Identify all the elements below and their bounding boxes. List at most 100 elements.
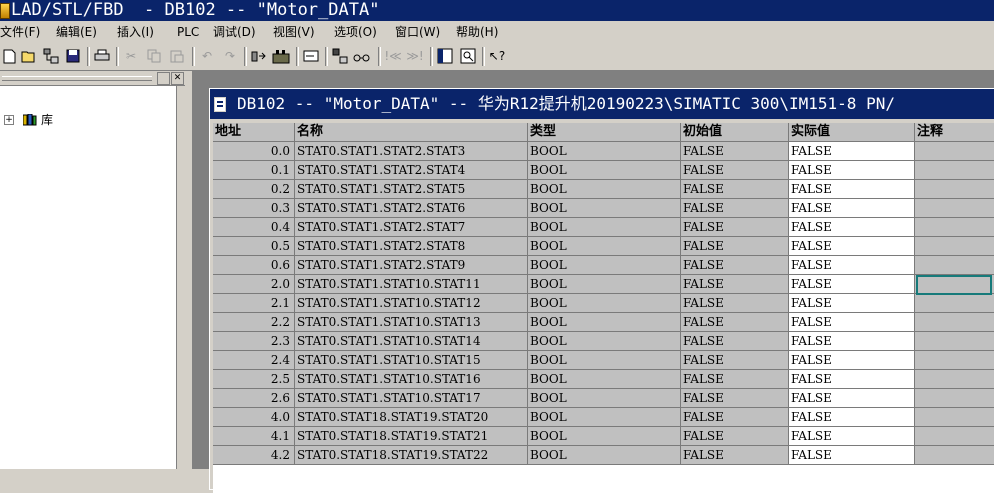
tree-expand-icon[interactable]: +	[4, 115, 14, 125]
cell-comment[interactable]	[915, 256, 994, 275]
cell-comment[interactable]	[915, 389, 994, 408]
next-icon[interactable]: ≫!	[406, 47, 424, 65]
cell-comment[interactable]	[915, 446, 994, 465]
table-row[interactable]: 0.4 STAT0.STAT1.STAT2.STAT7 BOOL FALSE FALSE	[213, 218, 994, 237]
table-row[interactable]: 2.6 STAT0.STAT1.STAT10.STAT17 BOOL FALSE FAL…	[213, 389, 994, 408]
cell-actual[interactable]: FALSE	[789, 351, 915, 370]
table-row[interactable]: 0.2 STAT0.STAT1.STAT2.STAT5 BOOL FALSE FALSE	[213, 180, 994, 199]
monitor-icon[interactable]	[272, 47, 290, 65]
cell-actual[interactable]: FALSE	[789, 370, 915, 389]
column-header-type[interactable]: 类型	[528, 123, 681, 142]
help-icon[interactable]: ↖?	[488, 47, 506, 65]
toolbar-separator	[116, 47, 119, 66]
main-title-bar[interactable]: LAD/STL/FBD - DB102 -- "Motor_DATA"	[0, 0, 994, 21]
cell-actual[interactable]: FALSE	[789, 256, 915, 275]
menu-insert[interactable]: 插入(I)	[117, 21, 154, 43]
overview-icon[interactable]	[436, 47, 454, 65]
cell-actual[interactable]: FALSE	[789, 389, 915, 408]
table-row[interactable]: 4.0 STAT0.STAT18.STAT19.STAT20 BOOL FALSE FA…	[213, 408, 994, 427]
column-header-address[interactable]: 地址	[213, 123, 295, 142]
menu-options[interactable]: 选项(O)	[334, 21, 377, 43]
zoom-icon[interactable]	[459, 47, 477, 65]
column-header-initial[interactable]: 初始值	[681, 123, 789, 142]
cell-comment[interactable]	[915, 142, 994, 161]
cut-icon[interactable]: ✂	[122, 47, 140, 65]
db-editor-title: DB102 -- "Motor_DATA" -- 华为R12提升机2019022…	[237, 94, 895, 113]
cell-actual[interactable]: FALSE	[789, 161, 915, 180]
cell-comment[interactable]	[915, 161, 994, 180]
db-editor-title-bar[interactable]: DB102 -- "Motor_DATA" -- 华为R12提升机2019022…	[210, 89, 994, 119]
pane-header: ✕	[0, 71, 185, 86]
download-icon[interactable]	[331, 47, 349, 65]
column-header-comment[interactable]: 注释	[915, 123, 994, 142]
load-icon[interactable]	[250, 47, 268, 65]
cell-actual[interactable]: FALSE	[789, 427, 915, 446]
cell-comment[interactable]	[915, 351, 994, 370]
menu-window[interactable]: 窗口(W)	[395, 21, 440, 43]
pane-grip[interactable]	[2, 76, 152, 81]
undo-icon[interactable]: ↶	[198, 47, 216, 65]
copy-icon[interactable]	[145, 47, 163, 65]
table-row[interactable]: 0.0 STAT0.STAT1.STAT2.STAT3 BOOL FALSE FALSE	[213, 142, 994, 161]
table-row[interactable]: 0.5 STAT0.STAT1.STAT2.STAT8 BOOL FALSE FALSE	[213, 237, 994, 256]
new-icon[interactable]	[0, 47, 18, 65]
paste-icon[interactable]	[168, 47, 186, 65]
cell-comment[interactable]	[915, 237, 994, 256]
cell-actual[interactable]: FALSE	[789, 313, 915, 332]
menu-file[interactable]: 文件(F)	[0, 21, 40, 43]
cell-actual[interactable]: FALSE	[789, 446, 915, 465]
cell-actual[interactable]: FALSE	[789, 408, 915, 427]
redo-icon[interactable]: ↷	[221, 47, 239, 65]
table-row[interactable]: 4.2 STAT0.STAT18.STAT19.STAT22 BOOL FALSE FA…	[213, 446, 994, 465]
cell-actual[interactable]: FALSE	[789, 332, 915, 351]
table-row[interactable]: 2.4 STAT0.STAT1.STAT10.STAT15 BOOL FALSE FAL…	[213, 351, 994, 370]
cell-comment[interactable]	[915, 313, 994, 332]
cell-comment[interactable]	[915, 370, 994, 389]
column-header-actual[interactable]: 实际值	[789, 123, 915, 142]
cell-address: 2.0	[213, 275, 295, 294]
cell-initial: FALSE	[681, 180, 789, 199]
column-header-name[interactable]: 名称	[295, 123, 528, 142]
cell-comment[interactable]	[915, 294, 994, 313]
cell-actual[interactable]: FALSE	[789, 199, 915, 218]
app-icon[interactable]	[0, 3, 10, 19]
table-row[interactable]: 0.3 STAT0.STAT1.STAT2.STAT6 BOOL FALSE FALSE	[213, 199, 994, 218]
table-row[interactable]: 2.5 STAT0.STAT1.STAT10.STAT16 BOOL FALSE FAL…	[213, 370, 994, 389]
table-row[interactable]: 4.1 STAT0.STAT18.STAT19.STAT21 BOOL FALSE FA…	[213, 427, 994, 446]
menu-plc[interactable]: PLC	[177, 21, 199, 43]
table-row[interactable]: 2.1 STAT0.STAT1.STAT10.STAT12 BOOL FALSE FAL…	[213, 294, 994, 313]
pane-close-icon[interactable]: ✕	[171, 72, 184, 85]
table-row[interactable]: 0.1 STAT0.STAT1.STAT2.STAT4 BOOL FALSE FALSE	[213, 161, 994, 180]
cell-actual[interactable]: FALSE	[789, 275, 915, 294]
cell-actual[interactable]: FALSE	[789, 218, 915, 237]
cell-actual[interactable]: FALSE	[789, 142, 915, 161]
menu-debug[interactable]: 调试(D)	[213, 21, 256, 43]
table-row[interactable]: 0.6 STAT0.STAT1.STAT2.STAT9 BOOL FALSE FALSE	[213, 256, 994, 275]
cell-actual[interactable]: FALSE	[789, 180, 915, 199]
element-tree[interactable]: + 库	[0, 86, 177, 469]
save-icon[interactable]	[64, 47, 82, 65]
open-icon[interactable]	[20, 47, 38, 65]
cell-comment[interactable]	[915, 218, 994, 237]
print-icon[interactable]	[93, 47, 111, 65]
glasses-icon[interactable]	[353, 47, 371, 65]
declaration-icon[interactable]	[302, 47, 320, 65]
table-row[interactable]: 2.0 STAT0.STAT1.STAT10.STAT11 BOOL FALSE FAL…	[213, 275, 994, 294]
cell-comment[interactable]	[915, 408, 994, 427]
menu-view[interactable]: 视图(V)	[273, 21, 315, 43]
menu-help[interactable]: 帮助(H)	[456, 21, 498, 43]
accessible-nodes-icon[interactable]	[42, 47, 60, 65]
pane-splitter[interactable]	[185, 71, 192, 469]
prev-icon[interactable]: !≪	[384, 47, 402, 65]
menu-edit[interactable]: 编辑(E)	[56, 21, 97, 43]
cell-actual[interactable]: FALSE	[789, 294, 915, 313]
table-row[interactable]: 2.3 STAT0.STAT1.STAT10.STAT14 BOOL FALSE FAL…	[213, 332, 994, 351]
document-icon[interactable]	[214, 97, 226, 112]
cell-comment[interactable]	[915, 427, 994, 446]
cell-comment[interactable]	[915, 332, 994, 351]
pane-restore-icon[interactable]	[157, 72, 170, 85]
cell-comment[interactable]	[915, 180, 994, 199]
table-row[interactable]: 2.2 STAT0.STAT1.STAT10.STAT13 BOOL FALSE FAL…	[213, 313, 994, 332]
cell-actual[interactable]: FALSE	[789, 237, 915, 256]
cell-comment[interactable]	[915, 199, 994, 218]
